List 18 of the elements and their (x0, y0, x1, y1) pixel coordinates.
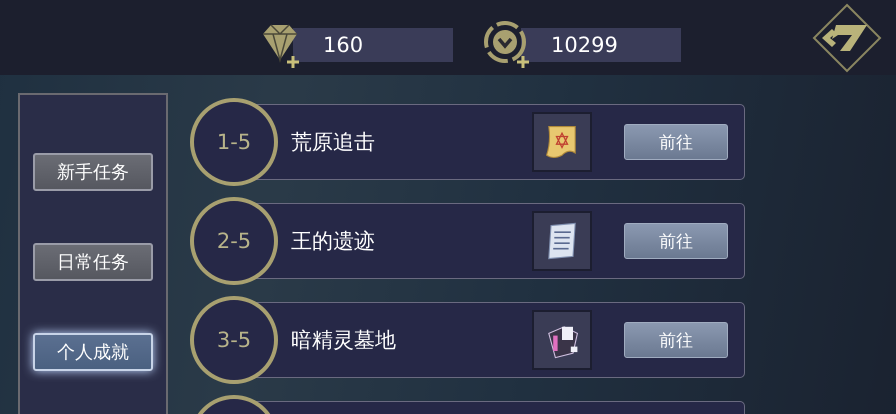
sidebar-tab[interactable]: 日常任务 (33, 243, 153, 281)
stage-badge: 1-5 (190, 98, 278, 186)
stage-badge: 3-5 (190, 296, 278, 384)
currency-amount: 10299 (521, 28, 681, 62)
back-icon[interactable] (812, 2, 882, 72)
task-title: 荒原追击 (291, 129, 376, 156)
go-button[interactable]: 前往 (624, 124, 728, 160)
go-button[interactable]: 前往 (624, 223, 728, 259)
sidebar-tab[interactable]: 新手任务 (33, 153, 153, 191)
stage-badge: 2-5 (190, 197, 278, 285)
reward-item-slot[interactable] (532, 310, 592, 370)
currency-amount: 160 (293, 28, 453, 62)
reward-item-slot[interactable] (532, 112, 592, 172)
task-title: 暗精灵墓地 (291, 327, 397, 354)
go-button[interactable]: 前往 (624, 322, 728, 358)
sidebar-tab[interactable]: 个人成就 (33, 333, 153, 371)
reward-item-slot[interactable] (532, 211, 592, 271)
task-title: 王的遗迹 (291, 228, 376, 255)
